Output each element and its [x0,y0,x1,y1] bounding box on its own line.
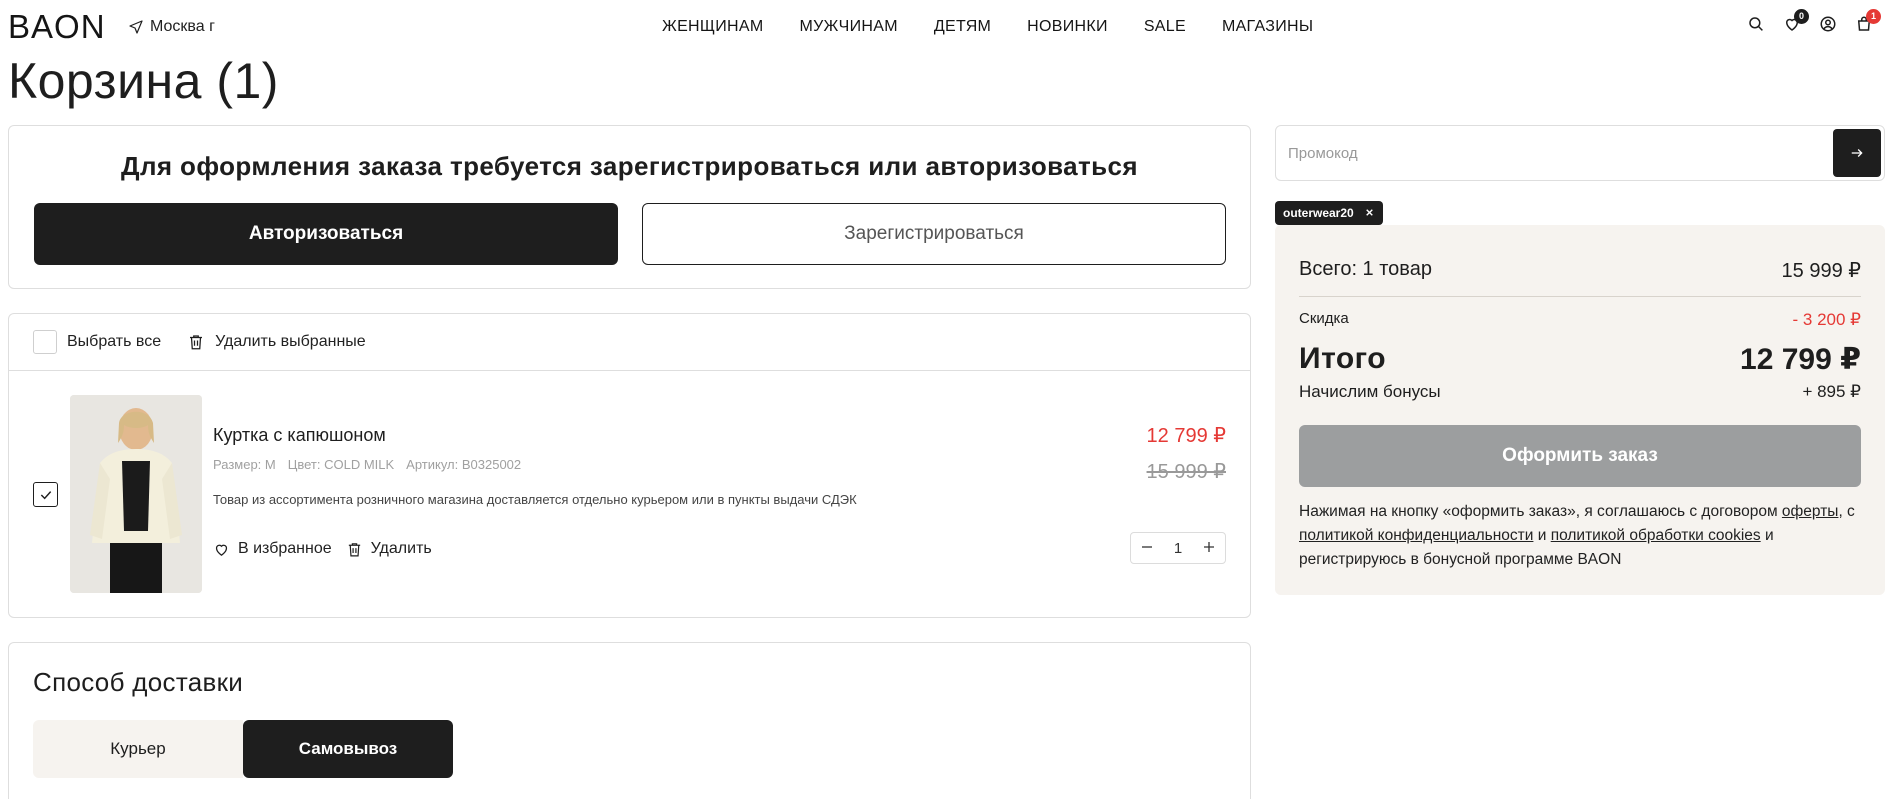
auth-card: Для оформления заказа требуется зарегист… [8,125,1251,289]
applied-promo-code: outerwear20 [1283,206,1354,220]
decrease-button[interactable] [1138,540,1156,557]
cart-count-badge: 1 [1866,9,1881,24]
applied-promo-tag: outerwear20 [1275,201,1383,225]
offer-link[interactable]: оферты [1782,503,1839,520]
check-icon [40,490,51,499]
search-icon [1749,17,1763,31]
delete-item-button[interactable]: Удалить [346,540,432,558]
bonus-value: + 895 ₽ [1802,382,1861,401]
site-header: BAON Москва г ЖЕНЩИНАМ МУЖЧИНАМ ДЕТЯМ НО… [0,0,1893,54]
summary-divider [1299,296,1861,297]
promo-field [1275,125,1885,181]
user-icon [1820,16,1836,32]
minus-icon [1142,545,1152,548]
nav-sale[interactable]: SALE [1144,18,1186,36]
quantity-stepper: 1 [1130,532,1226,564]
city-label: Москва г [150,18,215,35]
nav-women[interactable]: ЖЕНЩИНАМ [662,18,763,36]
login-button[interactable]: Авторизоваться [34,203,618,265]
terms-text-2: , с [1838,503,1855,520]
summary-total-row: Всего: 1 товар 15 999 ₽ [1299,258,1861,283]
nav-men[interactable]: МУЖЧИНАМ [799,18,897,36]
trash-icon [348,542,360,556]
summary-discount-row: Скидка - 3 200 ₽ [1299,310,1861,330]
product-article: Артикул: B0325002 [406,457,522,472]
nav-kids[interactable]: ДЕТЯМ [934,18,991,36]
product-actions: В избранное Удалить [213,540,432,558]
terms-text: Нажимая на кнопку «оформить заказ», я со… [1299,500,1865,572]
trash-icon [190,335,203,350]
cookies-policy-link[interactable]: политикой обработки cookies [1551,527,1761,544]
bonus-label: Начислим бонусы [1299,382,1441,401]
nav-stores[interactable]: МАГАЗИНЫ [1222,18,1313,36]
delivery-method-toggle: Курьер Самовывоз [33,720,453,778]
delivery-card: Способ доставки Курьер Самовывоз [8,642,1251,799]
delivery-title: Способ доставки [33,667,244,697]
search-button[interactable] [1747,14,1765,34]
delete-selected-label: Удалить выбранные [215,333,366,350]
product-name[interactable]: Куртка с капюшоном [213,425,386,446]
delivery-note: Товар из ассортимента розничного магазин… [213,492,857,507]
main-nav: ЖЕНЩИНАМ МУЖЧИНАМ ДЕТЯМ НОВИНКИ SALE МАГ… [662,18,1313,36]
price-old: 15 999 ₽ [1146,461,1226,483]
terms-text-1: Нажимая на кнопку «оформить заказ», я со… [1299,503,1782,520]
plus-icon [1204,541,1214,552]
remove-promo-button[interactable] [1365,207,1373,219]
terms-text-3: и [1533,527,1551,544]
delivery-option-courier[interactable]: Курьер [33,720,243,778]
item-checkbox[interactable] [33,482,58,507]
delivery-option-pickup[interactable]: Самовывоз [243,720,453,778]
favorite-label: В избранное [238,540,332,557]
location-arrow-icon [129,20,143,34]
favorites-button[interactable]: 0 [1783,9,1809,34]
summary-bonus-row: Начислим бонусы + 895 ₽ [1299,382,1861,402]
auth-title: Для оформления заказа требуется зарегист… [121,151,1138,181]
total-value: 15 999 ₽ [1781,260,1861,282]
final-value: 12 799 ₽ [1740,343,1861,376]
cart-button[interactable]: 1 [1855,9,1881,34]
cart-toolbar: Выбрать все Удалить выбранные [9,314,1250,371]
quantity-value: 1 [1173,539,1183,557]
product-size: Размер: M [213,457,276,472]
summary-final-row: Итого 12 799 ₽ [1299,342,1861,377]
privacy-policy-link[interactable]: политикой конфиденциальности [1299,527,1533,544]
price-current: 12 799 ₽ [1146,425,1226,447]
delete-selected-button[interactable]: Удалить выбранные [187,332,366,352]
checkout-button[interactable]: Оформить заказ [1299,425,1861,487]
city-selector[interactable]: Москва г [128,18,215,36]
product-photo [70,395,202,593]
delete-label: Удалить [370,540,432,557]
nav-new[interactable]: НОВИНКИ [1027,18,1108,36]
account-button[interactable] [1819,14,1837,34]
cart-card: Выбрать все Удалить выбранные Куртка с к… [8,313,1251,618]
select-all-control[interactable]: Выбрать все [33,330,161,354]
product-color: Цвет: COLD MILK [287,457,395,472]
discount-value: - 3 200 ₽ [1792,310,1861,329]
select-all-checkbox[interactable] [33,330,57,354]
discount-label: Скидка [1299,310,1349,327]
arrow-right-icon [1851,149,1863,157]
total-label: Всего: 1 товар [1299,258,1432,280]
heart-icon [215,544,228,556]
register-button[interactable]: Зарегистрироваться [642,203,1226,265]
increase-button[interactable] [1200,540,1218,557]
order-summary: Всего: 1 товар 15 999 ₽ Скидка - 3 200 ₽… [1275,225,1885,595]
page-title: Корзина (1) [8,53,279,109]
select-all-label: Выбрать все [67,333,162,350]
baon-logo[interactable]: BAON [8,10,106,44]
promo-input[interactable] [1288,126,1808,180]
product-meta: Размер: M Цвет: COLD MILK Артикул: B0325… [213,457,521,472]
add-to-favorites-button[interactable]: В избранное [213,540,332,558]
final-label: Итого [1299,342,1387,375]
product-image[interactable] [70,395,202,593]
favorites-count-badge: 0 [1794,9,1809,24]
header-icons: 0 1 [1747,9,1881,34]
apply-promo-button[interactable] [1833,129,1881,177]
close-icon [1365,209,1373,216]
